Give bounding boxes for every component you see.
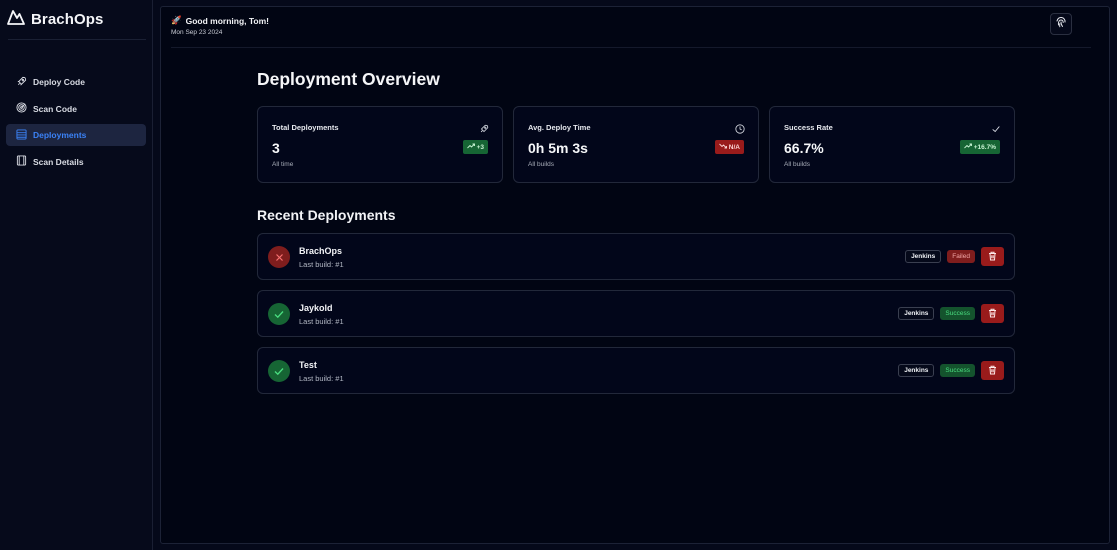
greeting: 🚀 Good morning, Tom! [171, 15, 269, 26]
stat-sub: All builds [528, 161, 555, 168]
deployment-build: Last build: #1 [299, 374, 344, 383]
delete-button[interactable] [981, 361, 1004, 380]
header: 🚀 Good morning, Tom! Mon Sep 23 2024 [171, 15, 1091, 48]
brand[interactable]: BrachOps [7, 8, 104, 30]
film-icon [16, 155, 27, 168]
trend-up-icon [963, 143, 972, 151]
deployment-actions: Jenkins Success [898, 304, 1004, 323]
sidebar-item-scan-code[interactable]: Scan Code [6, 98, 146, 120]
stat-value: 3 [272, 140, 280, 156]
deployment-row[interactable]: BrachOps Last build: #1 Jenkins Failed [257, 233, 1015, 280]
fingerprint-icon [1055, 15, 1067, 33]
trend-up-icon [466, 143, 475, 151]
sidebar-item-label: Deploy Code [33, 77, 85, 87]
trend-badge: N/A [714, 140, 744, 154]
stat-label: Avg. Deploy Time [528, 123, 591, 132]
stat-value: 66.7% [784, 140, 824, 156]
stat-card-total-deployments: Total Deployments 3 All time +3 [257, 106, 503, 183]
stat-card-success-rate: Success Rate 66.7% All builds +16.7% [769, 106, 1015, 183]
tool-badge: Jenkins [898, 307, 935, 320]
sidebar-item-label: Scan Code [33, 103, 77, 114]
sidebar: BrachOps Deploy Code Scan Code Deploymen… [0, 0, 153, 550]
stat-sub: All builds [784, 161, 811, 168]
rocket-emoji: 🚀 [171, 15, 182, 25]
stat-card-avg-deploy-time: Avg. Deploy Time 0h 5m 3s All builds N/A [513, 106, 759, 183]
sidebar-item-label: Deployments [33, 130, 87, 140]
sidebar-item-deployments[interactable]: Deployments [6, 124, 146, 146]
deployment-name: BrachOps [299, 246, 343, 256]
list-icon [16, 128, 27, 142]
deployment-row[interactable]: Test Last build: #1 Jenkins Success [257, 347, 1015, 394]
stats-row: Total Deployments 3 All time +3 Avg. Dep… [257, 106, 1015, 183]
failed-status-icon [268, 246, 290, 268]
stat-label: Success Rate [784, 123, 833, 132]
stat-label: Total Deployments [272, 123, 339, 132]
sidebar-divider [8, 39, 146, 40]
status-badge: Success [940, 307, 975, 320]
trash-icon [988, 248, 997, 266]
rocket-icon [16, 76, 27, 89]
delete-button[interactable] [981, 304, 1004, 323]
page-title: Deployment Overview [257, 69, 440, 89]
sidebar-item-label: Scan Details [33, 156, 84, 167]
deployment-actions: Jenkins Success [898, 361, 1004, 380]
tool-badge: Jenkins [905, 250, 942, 263]
deployment-actions: Jenkins Failed [905, 247, 1004, 266]
check-icon [991, 121, 1001, 133]
current-date: Mon Sep 23 2024 [171, 29, 223, 36]
sidebar-item-deploy-code[interactable]: Deploy Code [6, 71, 146, 93]
radar-icon [16, 102, 27, 115]
stat-value: 0h 5m 3s [528, 140, 588, 156]
deployment-build: Last build: #1 [299, 260, 344, 269]
header-divider [171, 47, 1091, 48]
greeting-text: Good morning, Tom! [185, 15, 270, 26]
trend-badge: +3 [462, 140, 488, 154]
trend-down-icon [718, 143, 727, 151]
trend-badge: +16.7% [959, 140, 1000, 154]
content: Deployment Overview Total Deployments 3 … [257, 69, 1015, 394]
success-status-icon [268, 360, 290, 382]
brand-name: BrachOps [31, 10, 104, 28]
tool-badge: Jenkins [898, 364, 935, 377]
sidebar-nav: Deploy Code Scan Code Deployments Scan D… [6, 71, 146, 177]
stat-sub: All time [272, 161, 294, 168]
main-panel: 🚀 Good morning, Tom! Mon Sep 23 2024 Dep… [160, 6, 1110, 544]
sidebar-item-scan-details[interactable]: Scan Details [6, 151, 146, 173]
deployment-name: Test [299, 360, 317, 370]
recent-deployments-title: Recent Deployments [257, 207, 396, 223]
deployment-row[interactable]: Jaykold Last build: #1 Jenkins Success [257, 290, 1015, 337]
deployment-build: Last build: #1 [299, 317, 344, 326]
trash-icon [988, 362, 997, 380]
rocket-icon [479, 121, 489, 133]
status-badge: Failed [947, 250, 975, 263]
deployment-list: BrachOps Last build: #1 Jenkins Failed J… [257, 233, 1015, 404]
deployment-name: Jaykold [299, 303, 333, 313]
trash-icon [988, 305, 997, 323]
fingerprint-button[interactable] [1050, 13, 1072, 35]
status-badge: Success [940, 364, 975, 377]
success-status-icon [268, 303, 290, 325]
clock-icon [735, 121, 745, 134]
mountain-logo-icon [7, 9, 25, 30]
delete-button[interactable] [981, 247, 1004, 266]
